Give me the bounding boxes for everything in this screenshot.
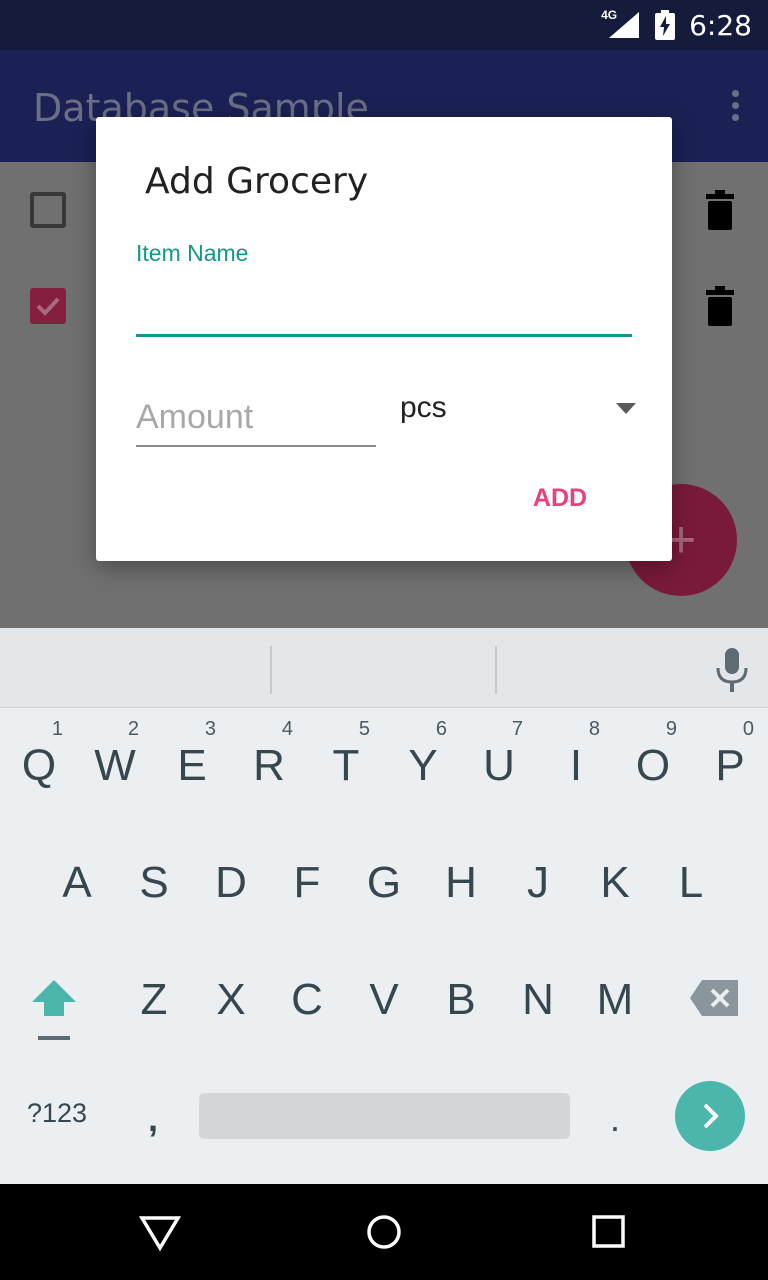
recents-icon[interactable]: [586, 1212, 630, 1252]
key-g[interactable]: G: [354, 843, 414, 923]
amount-input[interactable]: [136, 389, 376, 447]
status-bar: 4G 6:28: [0, 0, 768, 50]
key-k[interactable]: K: [585, 843, 645, 923]
chevron-right-icon: [703, 1103, 719, 1129]
item-checkbox-1[interactable]: [30, 192, 66, 228]
key-t[interactable]: T5: [316, 718, 376, 806]
dialog-title: Add Grocery: [145, 161, 369, 202]
comma-key[interactable]: ,: [148, 1098, 158, 1140]
key-label: F: [293, 858, 321, 907]
key-hint: 2: [127, 718, 139, 740]
key-m[interactable]: M: [585, 960, 645, 1040]
dropdown-arrow-icon: [616, 403, 636, 414]
symbols-key[interactable]: ?123: [27, 1098, 87, 1129]
item-checkbox-2[interactable]: [30, 288, 66, 324]
key-label: G: [366, 858, 402, 907]
key-hint: 0: [742, 718, 754, 740]
key-label: A: [62, 858, 92, 907]
trash-icon[interactable]: [706, 286, 734, 326]
home-icon[interactable]: [362, 1212, 406, 1252]
key-s[interactable]: S: [124, 843, 184, 923]
space-bar[interactable]: [199, 1093, 570, 1139]
key-y[interactable]: Y6: [393, 718, 453, 806]
item-name-input[interactable]: [136, 285, 632, 337]
key-r[interactable]: R4: [239, 718, 299, 806]
key-label: K: [600, 858, 630, 907]
shift-icon: [32, 980, 76, 1040]
suggestion-strip: [0, 628, 768, 708]
key-z[interactable]: Z: [124, 960, 184, 1040]
key-hint: 7: [511, 718, 523, 740]
key-o[interactable]: O9: [623, 718, 683, 806]
key-hint: 8: [588, 718, 600, 740]
key-label: N: [522, 975, 554, 1024]
trash-icon[interactable]: [706, 190, 734, 230]
key-label: L: [678, 858, 704, 907]
add-button[interactable]: ADD: [510, 473, 610, 523]
key-label: B: [446, 975, 476, 1024]
battery-charging-icon: [655, 10, 676, 40]
add-grocery-dialog: Add Grocery Item Name pcs ADD: [96, 117, 672, 561]
key-x[interactable]: X: [201, 960, 261, 1040]
key-u[interactable]: U7: [469, 718, 529, 806]
key-f[interactable]: F: [277, 843, 337, 923]
next-key[interactable]: [675, 1081, 745, 1151]
key-d[interactable]: D: [201, 843, 261, 923]
more-vert-icon[interactable]: [730, 90, 740, 124]
key-w[interactable]: W2: [85, 718, 145, 806]
key-label: V: [369, 975, 399, 1024]
mic-icon[interactable]: [714, 648, 750, 692]
key-h[interactable]: H: [431, 843, 491, 923]
key-q[interactable]: Q1: [9, 718, 69, 806]
unit-selected-value: pcs: [400, 391, 447, 424]
key-hint: 9: [665, 718, 677, 740]
soft-keyboard: Q1 W2 E3 R4 T5 Y6 U7 I8 O9 P0 A S D F G …: [0, 628, 768, 1184]
clock: 6:28: [689, 8, 752, 42]
shift-key[interactable]: [28, 976, 80, 1042]
key-label: H: [445, 858, 477, 907]
key-e[interactable]: E3: [162, 718, 222, 806]
key-label: S: [139, 858, 169, 907]
key-label: M: [596, 975, 634, 1024]
unit-dropdown[interactable]: pcs: [400, 389, 636, 435]
suggestion-divider: [270, 646, 272, 694]
key-label: Z: [140, 975, 168, 1024]
key-label: C: [291, 975, 323, 1024]
period-key[interactable]: .: [610, 1098, 620, 1140]
key-b[interactable]: B: [431, 960, 491, 1040]
key-hint: 1: [51, 718, 63, 740]
key-c[interactable]: C: [277, 960, 337, 1040]
key-hint: 3: [204, 718, 216, 740]
key-label: J: [527, 858, 549, 907]
signal-icon: 4G: [601, 8, 641, 40]
key-i[interactable]: I8: [546, 718, 606, 806]
key-label: X: [216, 975, 246, 1024]
key-hint: 6: [435, 718, 447, 740]
system-nav-bar: [0, 1184, 768, 1280]
item-name-label: Item Name: [136, 240, 249, 266]
key-p[interactable]: P0: [700, 718, 760, 806]
key-hint: 5: [358, 718, 370, 740]
key-l[interactable]: L: [661, 843, 721, 923]
check-icon: [36, 297, 60, 316]
key-v[interactable]: V: [354, 960, 414, 1040]
key-a[interactable]: A: [47, 843, 107, 923]
key-label: D: [215, 858, 247, 907]
backspace-icon: [690, 980, 738, 1016]
back-icon[interactable]: [138, 1212, 182, 1252]
key-hint: 4: [281, 718, 293, 740]
backspace-key[interactable]: [690, 980, 740, 1016]
key-j[interactable]: J: [508, 843, 568, 923]
suggestion-divider: [495, 646, 497, 694]
key-n[interactable]: N: [508, 960, 568, 1040]
